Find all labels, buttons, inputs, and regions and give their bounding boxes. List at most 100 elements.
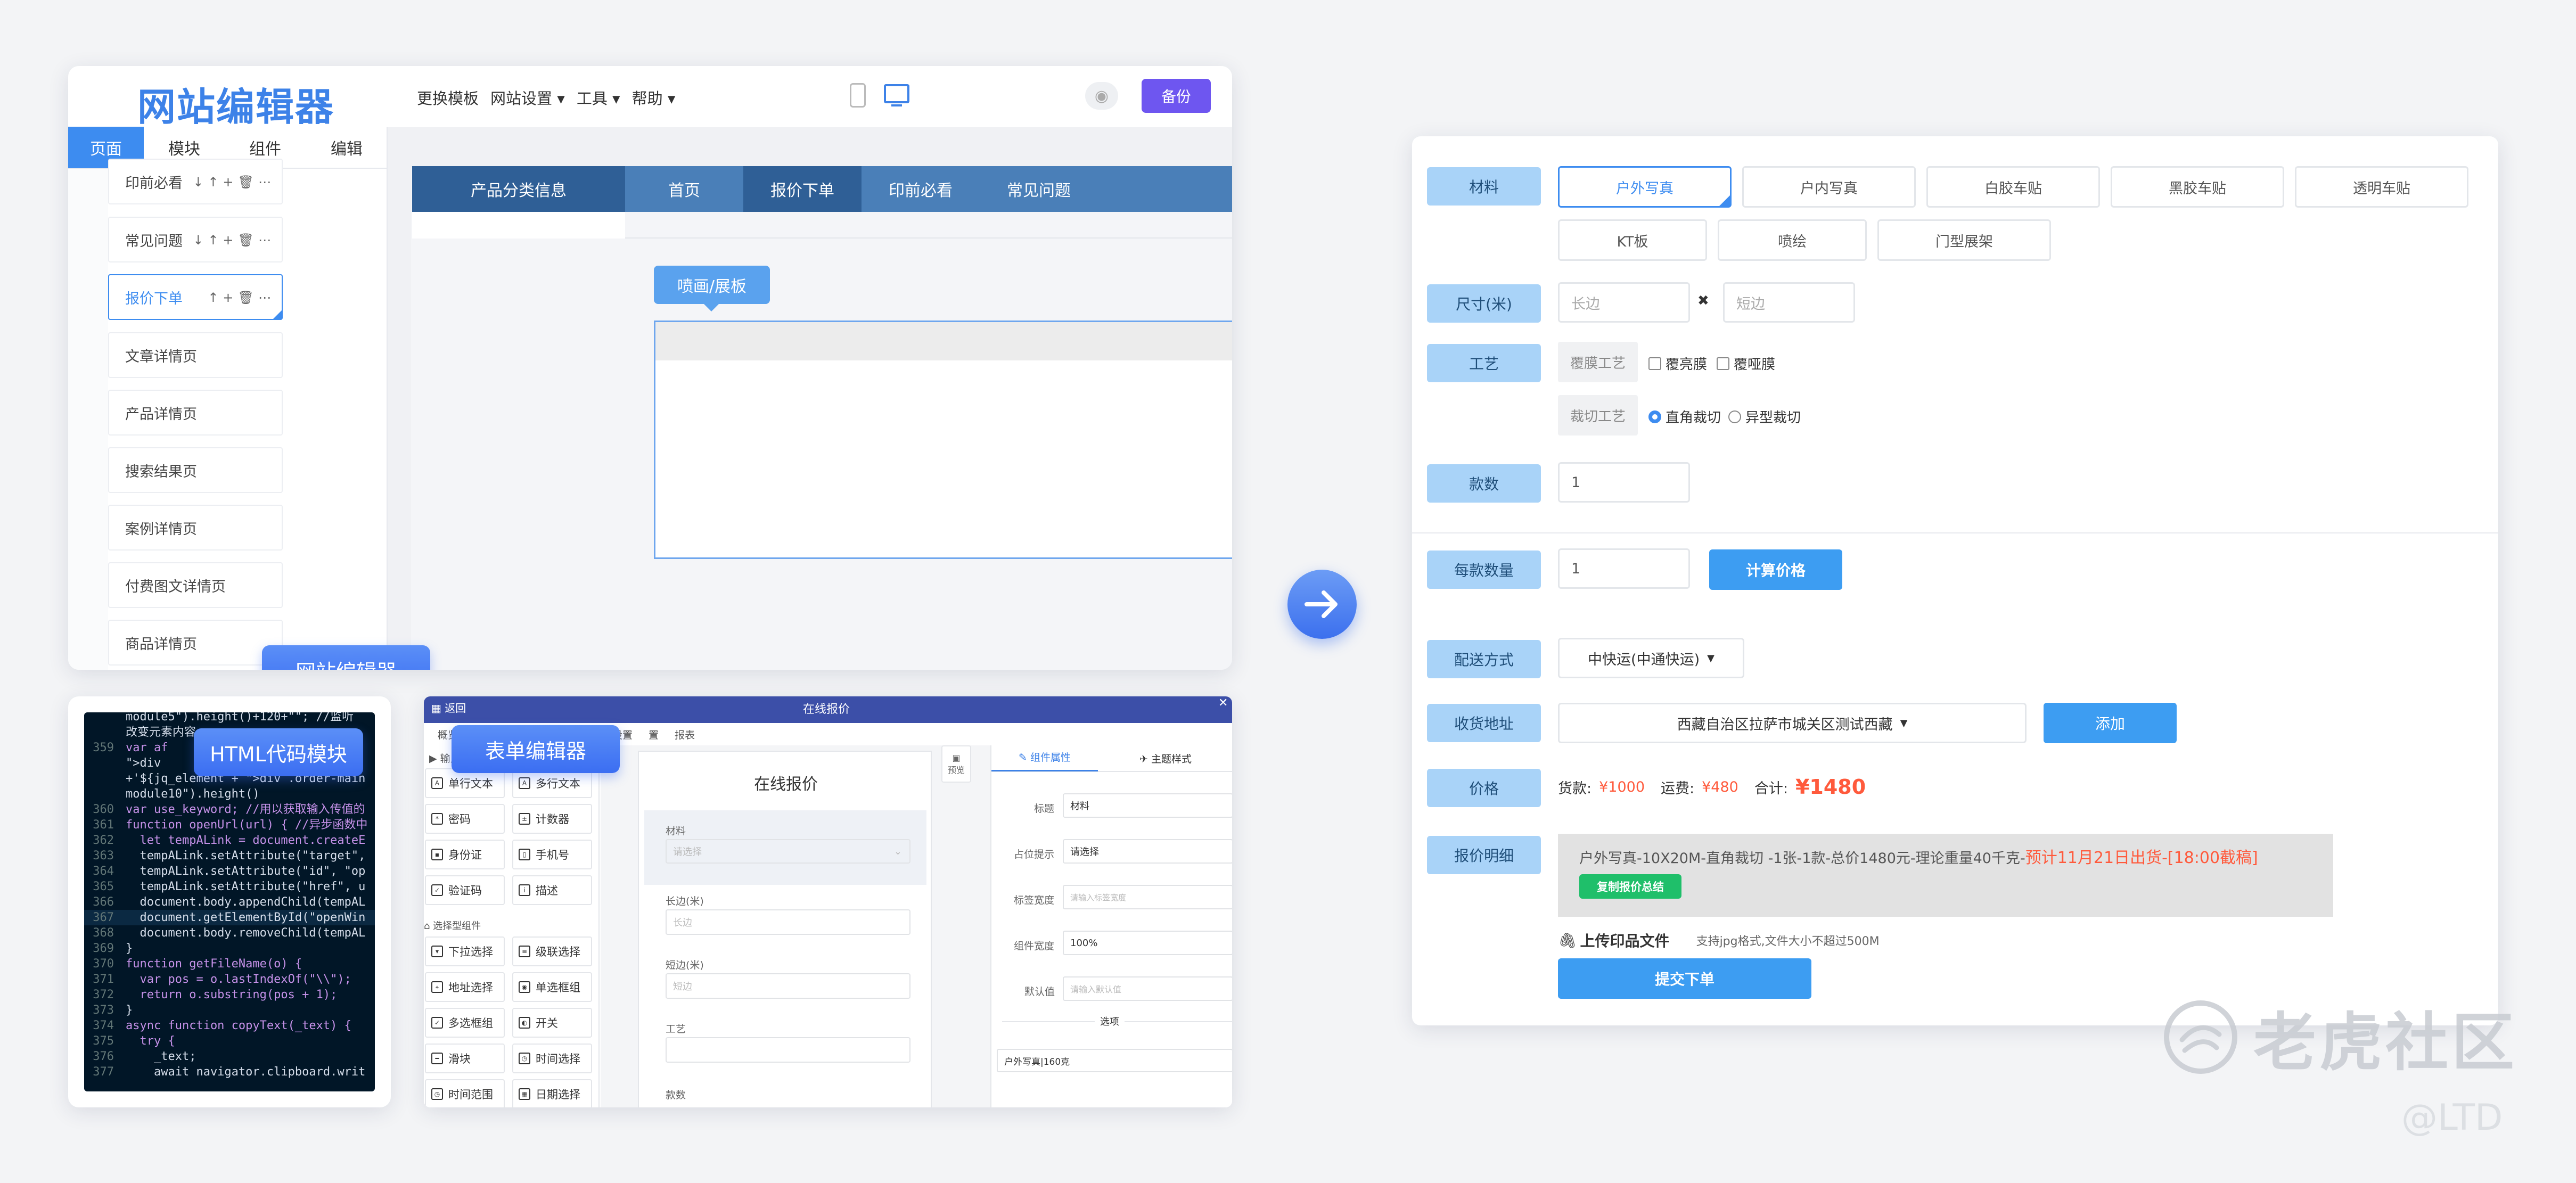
fb-form-sheet: 在线报价 材料 请选择 ⌄ 长边(米) 长边 短边(米) 短边 工艺 款数 (638, 751, 932, 1107)
category-badge[interactable]: 喷画/展板 (654, 266, 770, 304)
freight-label: 运费: (1661, 780, 1695, 797)
paperclip-icon: 🖇 (1558, 931, 1577, 949)
fb-field-label: 材料 (666, 825, 686, 837)
add-address-button[interactable]: 添加 (2044, 703, 2177, 743)
page-item-article-detail[interactable]: 文章详情页 (108, 332, 283, 378)
fb-preview-button[interactable]: ▣ 预览 (941, 745, 971, 783)
nav-item-quote[interactable]: 报价下单 (743, 166, 862, 212)
material-label: 材料 (1427, 167, 1541, 206)
material-option-indoor-photo[interactable]: 户内写真 (1742, 166, 1916, 208)
page-item-actions[interactable]: ↑ + 🗑 ⋯ (203, 289, 271, 306)
page-item-goods-detail[interactable]: 商品详情页 (108, 620, 283, 666)
page-item-prepress[interactable]: 印前必看 ↓ ↑ + 🗑 ⋯ (108, 159, 283, 204)
page-item-case-detail[interactable]: 案例详情页 (108, 505, 283, 551)
fb-item-switch[interactable]: ◐ 开关 (512, 1008, 592, 1038)
content-block[interactable] (654, 321, 1232, 559)
fb-item-counter[interactable]: ± 计数器 (512, 804, 592, 834)
material-option-black-vinyl[interactable]: 黑胶车贴 (2111, 166, 2284, 208)
page-item-search-results[interactable]: 搜索结果页 (108, 447, 283, 493)
menu-item-template[interactable]: 更换模板 (417, 86, 479, 109)
submit-order-button[interactable]: 提交下单 (1558, 958, 1811, 999)
material-option-kt-board[interactable]: KT板 (1558, 219, 1707, 261)
nav-item-faq[interactable]: 常见问题 (980, 166, 1098, 212)
fb-item-cascader[interactable]: ≡ 级联选择 (512, 936, 592, 966)
fb-back-link[interactable]: ▦ 返回 (431, 700, 466, 715)
styles-input[interactable]: 1 (1558, 462, 1690, 503)
quantity-input[interactable]: 1 (1558, 548, 1690, 589)
fb-item-time-range[interactable]: ◷ 时间范围 (425, 1079, 505, 1107)
nav-item-prepress[interactable]: 印前必看 (862, 166, 980, 212)
selected-corner-icon (1719, 195, 1730, 206)
material-option-clear-vinyl[interactable]: 透明车贴 (2295, 166, 2468, 208)
nav-item-home[interactable]: 首页 (625, 166, 743, 212)
address-select[interactable]: 西藏自治区拉萨市城关区测试西藏 ▼ (1558, 703, 2027, 743)
fb-item-id-card[interactable]: ▪ 身份证 (425, 840, 505, 869)
total-amount: ¥1480 (1795, 775, 1866, 799)
fb-item-captcha[interactable]: ✓ 验证码 (425, 875, 505, 905)
fb-tab-report[interactable]: 报表 (675, 727, 695, 742)
material-option-outdoor-photo[interactable]: 户外写真 (1558, 166, 1732, 208)
material-option-inkjet[interactable]: 喷绘 (1718, 219, 1867, 261)
fb-select-group-title: ⌂ 选择型组件 (424, 921, 481, 932)
menu-item-tools[interactable]: 工具 ▾ (577, 86, 620, 109)
backup-button[interactable]: 备份 (1142, 79, 1211, 113)
copy-summary-button[interactable]: 复制报价总结 (1579, 874, 1681, 899)
menu-item-site-settings[interactable]: 网站设置 ▾ (490, 86, 565, 109)
fb-prop-value[interactable]: 请输入默认值 (1063, 976, 1232, 1001)
fb-item-dropdown[interactable]: ▾ 下拉选择 (425, 936, 505, 966)
page-item-actions[interactable]: ↓ ↑ + 🗑 ⋯ (188, 174, 271, 190)
page-item-product-detail[interactable]: 产品详情页 (108, 390, 283, 436)
checkbox-gloss-lamination[interactable]: 覆亮膜 (1648, 354, 1707, 373)
fb-item-radio-group[interactable]: ◉ 单选框组 (512, 972, 592, 1002)
checkbox-matte-lamination[interactable]: 覆哑膜 (1717, 354, 1775, 373)
fb-option-item[interactable]: 户外写真|160克 (997, 1049, 1232, 1072)
eye-icon[interactable]: ◉ (1085, 82, 1118, 110)
fb-prop-tab-component[interactable]: ✎ 组件属性 (991, 745, 1098, 771)
tab-edit[interactable]: 编辑 (306, 127, 388, 168)
fb-prop-value[interactable]: 100% (1063, 931, 1232, 955)
radio-shaped-cut[interactable]: 异型裁切 (1728, 407, 1801, 426)
code-line: 366 document.body.appendChild(tempAL (93, 896, 366, 909)
fb-field-label: 款数 (666, 1089, 686, 1101)
fb-item-slider[interactable]: ━ 滑块 (425, 1044, 505, 1073)
fb-tab-config[interactable]: 置 (649, 727, 659, 742)
fb-item-checkbox-group[interactable]: ✓ 多选框组 (425, 1008, 505, 1038)
fb-item-description[interactable]: i 描述 (512, 875, 592, 905)
fb-field-input[interactable]: 短边 (666, 973, 910, 999)
long-side-input[interactable]: 长边 (1558, 282, 1690, 323)
material-option-white-vinyl[interactable]: 白胶车贴 (1926, 166, 2100, 208)
calculate-price-button[interactable]: 计算价格 (1709, 549, 1842, 590)
website-editor-window: 网站编辑器 更换模板 网站设置 ▾ 工具 ▾ 帮助 ▾ ◉ 备份 页面 模块 组… (68, 66, 1232, 670)
fb-field-input[interactable] (666, 1037, 910, 1063)
fb-item-password[interactable]: * 密码 (425, 804, 505, 834)
fb-prop-key: 占位提示 (1014, 849, 1055, 860)
upload-section: 🖇 上传印品文件 支持jpg格式,文件大小不超过500M (1558, 930, 1880, 951)
radio-straight-cut[interactable]: 直角裁切 (1648, 407, 1721, 426)
page-item-quote[interactable]: 报价下单 ↑ + 🗑 ⋯ (108, 274, 283, 320)
fb-item-address[interactable]: ⌖ 地址选择 (425, 972, 505, 1002)
page-item-faq[interactable]: 常见问题 ↓ ↑ + 🗑 ⋯ (108, 217, 283, 262)
fb-item-time-picker[interactable]: ◷ 时间选择 (512, 1044, 592, 1073)
desktop-preview-icon[interactable] (884, 84, 909, 103)
upload-label[interactable]: 上传印品文件 (1580, 930, 1670, 951)
fb-close-icon[interactable]: ✕ (1218, 696, 1228, 710)
short-side-input[interactable]: 短边 (1723, 282, 1855, 323)
fb-field-input[interactable]: 长边 (666, 909, 910, 935)
mobile-preview-icon[interactable] (850, 83, 866, 108)
page-item-actions[interactable]: ↓ ↑ + 🗑 ⋯ (188, 232, 271, 248)
fb-prop-value[interactable]: 请选择 (1063, 839, 1232, 864)
fb-item-phone[interactable]: ▯ 手机号 (512, 840, 592, 869)
material-option-door-stand[interactable]: 门型展架 (1877, 219, 2051, 261)
menu-item-help[interactable]: 帮助 ▾ (632, 86, 676, 109)
nav-item-product-categories[interactable]: 产品分类信息 (412, 166, 625, 212)
fb-field-input[interactable]: 请选择 ⌄ (666, 839, 910, 864)
code-line: 372 return o.substring(pos + 1); (93, 988, 338, 1001)
page-item-paid-article[interactable]: 付费图文详情页 (108, 562, 283, 608)
shipping-select[interactable]: 中快运(中通快运) ▼ (1558, 638, 1744, 678)
code-line: 373} (93, 1004, 133, 1017)
code-line: 371 var pos = o.lastIndexOf("\\"); (93, 973, 351, 986)
fb-item-date-picker[interactable]: ▦ 日期选择 (512, 1079, 592, 1107)
fb-prop-tab-theme[interactable]: ✈ 主题样式 (1098, 751, 1232, 766)
fb-prop-value[interactable]: 材料 (1063, 793, 1232, 818)
fb-prop-value[interactable]: 请输入标签宽度 (1063, 885, 1232, 909)
